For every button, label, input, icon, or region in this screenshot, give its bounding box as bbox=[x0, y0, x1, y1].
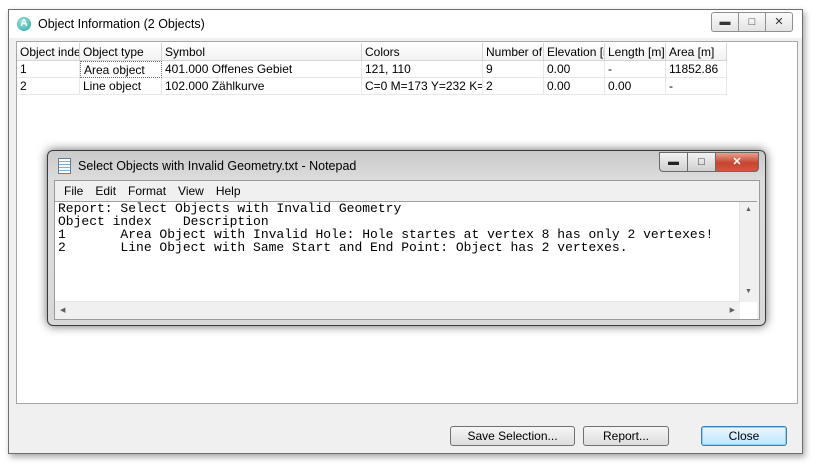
scroll-left-icon[interactable]: ◀ bbox=[60, 306, 65, 314]
horizontal-scrollbar[interactable]: ◀ ▶ bbox=[55, 301, 740, 319]
menu-format[interactable]: Format bbox=[122, 184, 172, 198]
menu-edit[interactable]: Edit bbox=[89, 184, 122, 198]
close-button[interactable]: Close bbox=[701, 426, 787, 446]
notepad-maximize-icon[interactable]: □ bbox=[687, 152, 715, 172]
menu-view[interactable]: View bbox=[172, 184, 210, 198]
cell-length[interactable]: - bbox=[605, 61, 666, 78]
column-header-length[interactable]: Length [m] bbox=[605, 43, 666, 61]
scroll-up-icon[interactable]: ▲ bbox=[745, 206, 752, 213]
app-logo-icon: A bbox=[17, 17, 31, 31]
save-selection-button[interactable]: Save Selection... bbox=[450, 426, 575, 446]
menu-file[interactable]: File bbox=[58, 184, 89, 198]
cell-colors[interactable]: 121, 110 bbox=[362, 61, 483, 78]
cell-object-type[interactable]: Area object bbox=[80, 61, 162, 78]
text-line: 2 Line Object with Same Start and End Po… bbox=[58, 240, 628, 255]
cell-area[interactable]: 11852.86 bbox=[666, 61, 727, 78]
notepad-menu-bar: File Edit Format View Help bbox=[55, 181, 759, 200]
minimize-icon[interactable]: ▬ bbox=[711, 12, 738, 32]
scroll-down-icon[interactable]: ▼ bbox=[745, 288, 752, 295]
table-row[interactable]: 1 Area object 401.000 Offenes Gebiet 121… bbox=[17, 61, 727, 78]
title-bar[interactable]: A Object Information (2 Objects) ▬ □ ✕ bbox=[9, 10, 802, 38]
menu-help[interactable]: Help bbox=[210, 184, 247, 198]
cell-colors[interactable]: C=0 M=173 Y=232 K=81 bbox=[362, 78, 483, 95]
column-header-elevation[interactable]: Elevation [m bbox=[544, 43, 605, 61]
vertical-scrollbar[interactable]: ▲ ▼ bbox=[739, 202, 757, 302]
cell-symbol[interactable]: 102.000 Zählkurve bbox=[162, 78, 362, 95]
report-button[interactable]: Report... bbox=[583, 426, 669, 446]
scroll-right-icon[interactable]: ▶ bbox=[730, 306, 735, 314]
notepad-client-area: File Edit Format View Help Report: Selec… bbox=[54, 180, 760, 320]
grid-header: Object index Object type Symbol Colors N… bbox=[17, 43, 727, 61]
notepad-minimize-icon[interactable]: ▬ bbox=[659, 152, 687, 172]
window-title: Object Information (2 Objects) bbox=[38, 17, 205, 31]
cell-number-of-vertices[interactable]: 9 bbox=[483, 61, 544, 78]
table-row[interactable]: 2 Line object 102.000 Zählkurve C=0 M=17… bbox=[17, 78, 727, 95]
column-header-symbol[interactable]: Symbol bbox=[162, 43, 362, 61]
cell-length[interactable]: 0.00 bbox=[605, 78, 666, 95]
cell-elevation[interactable]: 0.00 bbox=[544, 78, 605, 95]
notepad-window: Select Objects with Invalid Geometry.txt… bbox=[47, 150, 766, 326]
notepad-text-area[interactable]: Report: Select Objects with Invalid Geom… bbox=[55, 201, 757, 319]
column-header-area[interactable]: Area [m] bbox=[666, 43, 727, 61]
notepad-close-icon[interactable]: ✕ bbox=[715, 152, 759, 172]
notepad-title: Select Objects with Invalid Geometry.txt… bbox=[78, 159, 357, 173]
cell-area[interactable]: - bbox=[666, 78, 727, 95]
notepad-icon bbox=[58, 158, 71, 174]
cell-object-index[interactable]: 1 bbox=[17, 61, 80, 78]
notepad-caption-buttons: ▬ □ ✕ bbox=[659, 152, 759, 172]
grid-rows: 1 Area object 401.000 Offenes Gebiet 121… bbox=[17, 61, 727, 95]
close-icon[interactable]: ✕ bbox=[765, 12, 793, 32]
cell-number-of-vertices[interactable]: 2 bbox=[483, 78, 544, 95]
cell-object-index[interactable]: 2 bbox=[17, 78, 80, 95]
cell-symbol[interactable]: 401.000 Offenes Gebiet bbox=[162, 61, 362, 78]
cell-elevation[interactable]: 0.00 bbox=[544, 61, 605, 78]
column-header-object-type[interactable]: Object type bbox=[80, 43, 162, 61]
column-header-colors[interactable]: Colors bbox=[362, 43, 483, 61]
notepad-text[interactable]: Report: Select Objects with Invalid Geom… bbox=[58, 202, 738, 298]
column-header-number-of-vertices[interactable]: Number of v bbox=[483, 43, 544, 61]
cell-object-type[interactable]: Line object bbox=[80, 78, 162, 95]
column-header-object-index[interactable]: Object index bbox=[17, 43, 80, 61]
caption-buttons: ▬ □ ✕ bbox=[711, 12, 793, 32]
maximize-icon[interactable]: □ bbox=[738, 12, 765, 32]
